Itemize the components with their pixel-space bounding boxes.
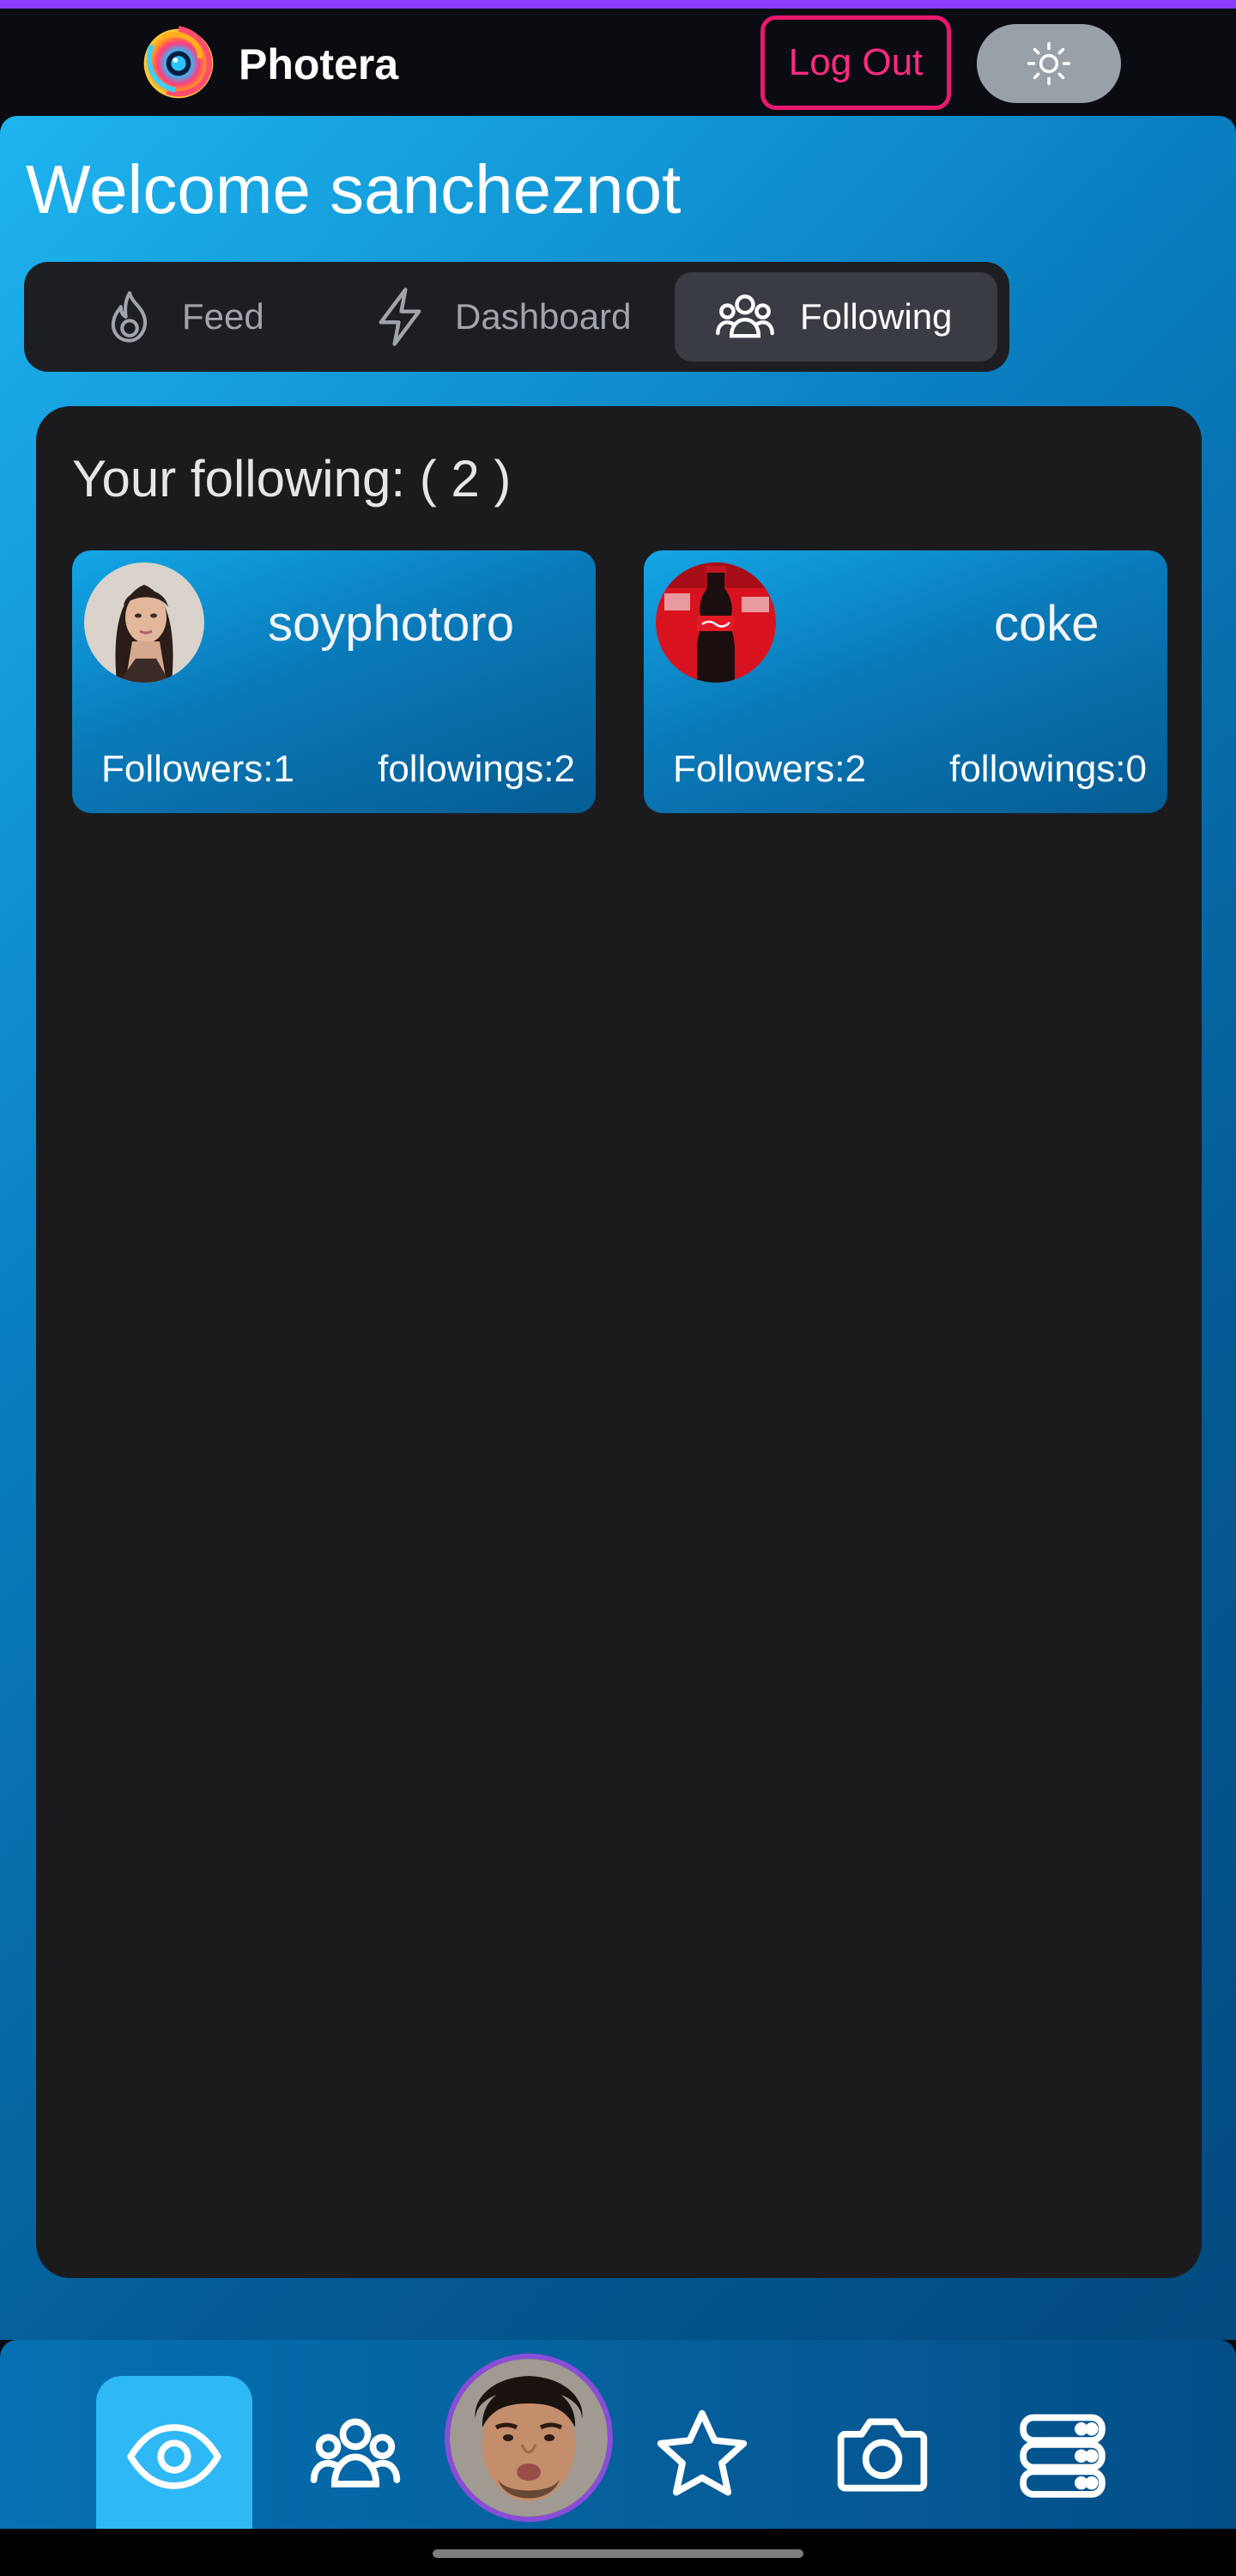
top-accent-bar <box>0 0 1236 9</box>
logout-button[interactable]: Log Out <box>760 15 951 110</box>
photera-logo-icon[interactable] <box>137 21 220 103</box>
users-icon <box>716 295 774 338</box>
app-title: Photera <box>239 40 399 88</box>
following-count-title: Your following: ( 2 ) <box>72 450 512 507</box>
system-home-bar <box>0 2529 1236 2576</box>
user-stats: Followers:2 followings:0 <box>673 748 1147 791</box>
star-icon <box>657 2409 748 2496</box>
flame-icon <box>111 291 148 343</box>
profile-avatar-button[interactable] <box>445 2354 613 2522</box>
user-card-coke[interactable]: coke Followers:2 followings:0 <box>644 550 1167 813</box>
user-stats: Followers:1 followings:2 <box>101 748 575 791</box>
camera-icon <box>837 2418 928 2492</box>
app-header: Photera Log Out <box>0 9 1236 116</box>
nav-storage-button[interactable] <box>994 2374 1131 2529</box>
tab-feed-label: Feed <box>182 296 264 337</box>
nav-favorites-button[interactable] <box>633 2374 771 2529</box>
followers-count: Followers:1 <box>101 748 294 790</box>
tab-dashboard-label: Dashboard <box>455 296 632 337</box>
bottom-navigation <box>0 2340 1236 2529</box>
main-panel: Welcome sancheznot Feed Dashboard Follow… <box>0 116 1236 2340</box>
lightning-icon <box>379 288 421 346</box>
tab-following-label: Following <box>800 296 953 337</box>
following-card: Your following: ( 2 ) soyphotoro Followe… <box>36 406 1202 2278</box>
tab-bar: Feed Dashboard Following <box>24 262 1009 372</box>
nav-following-button[interactable] <box>287 2374 424 2529</box>
eye-icon <box>127 2424 221 2489</box>
followers-count: Followers:2 <box>673 748 866 790</box>
tab-following[interactable]: Following <box>675 272 997 361</box>
avatar[interactable] <box>656 562 776 683</box>
home-indicator[interactable] <box>433 2549 803 2558</box>
tab-dashboard[interactable]: Dashboard <box>342 272 668 361</box>
nav-feed-button[interactable] <box>96 2376 252 2529</box>
username[interactable]: coke <box>994 595 1100 653</box>
welcome-heading: Welcome sancheznot <box>26 151 682 228</box>
followings-count: followings:2 <box>378 748 575 790</box>
followings-count: followings:0 <box>949 748 1147 790</box>
user-card-soyphotoro[interactable]: soyphotoro Followers:1 followings:2 <box>72 550 596 813</box>
sun-icon <box>1027 41 1071 86</box>
theme-toggle-button[interactable] <box>977 24 1121 103</box>
coca-cola-bottle-avatar <box>656 562 776 683</box>
avatar[interactable] <box>84 562 204 683</box>
server-icon <box>1020 2414 1106 2498</box>
users-icon <box>310 2418 401 2488</box>
tab-feed[interactable]: Feed <box>76 272 333 361</box>
username[interactable]: soyphotoro <box>268 595 514 653</box>
nav-camera-button[interactable] <box>814 2374 951 2529</box>
woman-portrait-avatar <box>84 562 204 683</box>
profile-avatar-image <box>450 2359 608 2517</box>
